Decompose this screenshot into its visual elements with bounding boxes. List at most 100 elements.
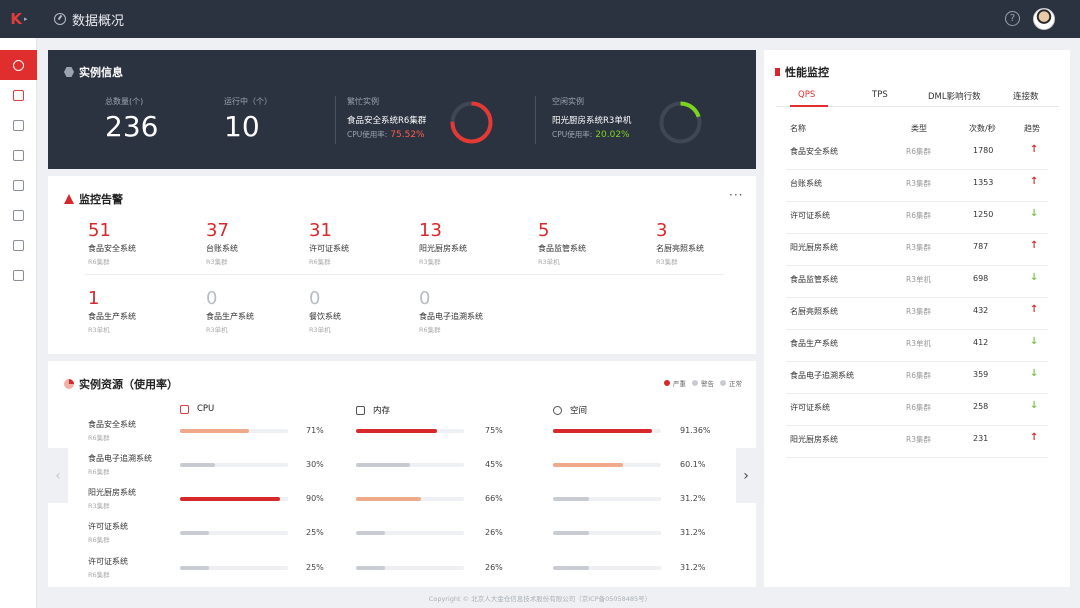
usage-percent: 30% — [306, 460, 324, 469]
alert-count[interactable]: 1 — [88, 288, 99, 309]
disk-column-header: 空间 — [553, 404, 587, 416]
sidebar-item-settings[interactable] — [0, 260, 37, 290]
resource-system-name: 许可证系统 — [88, 522, 128, 531]
col-rate: 次数/秒 — [969, 124, 996, 133]
scroll-left-button[interactable]: ‹ — [48, 448, 68, 503]
usage-percent: 31.2% — [680, 528, 706, 537]
col-type: 类型 — [911, 124, 927, 133]
alert-system-name: 食品电子追溯系统 — [419, 312, 483, 321]
avatar[interactable] — [1033, 8, 1055, 30]
copy-icon — [13, 149, 24, 161]
alert-system-type: R6集群 — [309, 258, 331, 266]
usage-percent: 66% — [485, 494, 503, 503]
usage-percent: 31.2% — [680, 494, 706, 503]
usage-bar-track — [180, 497, 288, 501]
perf-system-name[interactable]: 名厨亮照系统 — [790, 306, 838, 317]
tab-qps[interactable]: QPS — [798, 90, 815, 100]
row-separator — [786, 361, 1048, 362]
resources-title: 实例资源（使用率） — [64, 376, 178, 392]
alert-count[interactable]: 13 — [419, 220, 442, 241]
legend-dot-severe — [664, 380, 670, 386]
alert-system-type: R3单机 — [88, 326, 110, 334]
legend-dot-normal — [720, 380, 726, 386]
alert-count[interactable]: 5 — [538, 220, 549, 241]
idle-instance-name[interactable]: 阳光厨房系统R3单机 — [552, 114, 631, 126]
alert-system-type: R3单机 — [538, 258, 560, 266]
help-icon[interactable]: ? — [1005, 11, 1020, 26]
perf-system-name[interactable]: 食品安全系统 — [790, 146, 838, 157]
usage-bar-track — [180, 531, 288, 535]
perf-rate-value: 359 — [973, 370, 989, 379]
perf-system-name[interactable]: 食品电子追溯系统 — [790, 370, 854, 381]
kingbase-logo[interactable]: K ▸ — [0, 0, 38, 38]
alert-system-name: 食品生产系统 — [88, 312, 136, 321]
perf-system-name[interactable]: 台账系统 — [790, 178, 822, 189]
trend-up-icon: ↑ — [1030, 240, 1039, 251]
perf-system-name[interactable]: 食品监管系统 — [790, 274, 838, 285]
perf-system-name[interactable]: 阳光厨房系统 — [790, 242, 838, 253]
perf-system-name[interactable]: 许可证系统 — [790, 210, 830, 221]
usage-bar-fill — [356, 497, 421, 501]
tab-tps[interactable]: TPS — [872, 90, 888, 100]
usage-bar-fill — [553, 566, 589, 570]
sidebar-item-alarm[interactable] — [0, 80, 37, 110]
tab-dml-rows[interactable]: DML影响行数 — [928, 90, 981, 102]
alerts-title: 监控告警 — [64, 191, 123, 207]
alert-count[interactable]: 3 — [656, 220, 667, 241]
resource-system-name: 阳光厨房系统 — [88, 488, 136, 497]
sidebar-item-file[interactable] — [0, 170, 37, 200]
perf-system-name[interactable]: 阳光厨房系统 — [790, 434, 838, 445]
trend-up-icon: ↑ — [1030, 144, 1039, 155]
perf-rate-value: 1780 — [973, 146, 994, 155]
usage-bar-fill — [553, 497, 589, 501]
alert-count[interactable]: 0 — [206, 288, 217, 309]
usage-bar-fill — [180, 531, 210, 535]
alerts-separator — [85, 274, 724, 275]
usage-bar-track — [356, 497, 464, 501]
resource-system-name: 食品安全系统 — [88, 420, 136, 429]
more-menu-icon[interactable]: ··· — [729, 188, 743, 202]
dashboard-icon — [13, 59, 24, 71]
alert-system-name: 阳光厨房系统 — [419, 244, 467, 253]
grid-icon — [13, 239, 24, 251]
sidebar — [0, 38, 37, 608]
perf-system-name[interactable]: 食品生产系统 — [790, 338, 838, 349]
alert-count[interactable]: 51 — [88, 220, 111, 241]
sidebar-item-copy[interactable] — [0, 140, 37, 170]
perf-system-name[interactable]: 许可证系统 — [790, 402, 830, 413]
usage-bar-track — [356, 566, 464, 570]
usage-percent: 31.2% — [680, 563, 706, 572]
usage-percent: 25% — [306, 563, 324, 572]
alert-count[interactable]: 37 — [206, 220, 229, 241]
scroll-right-button[interactable]: › — [736, 448, 756, 503]
perf-rate-value: 1353 — [973, 178, 994, 187]
usage-bar-fill — [180, 566, 210, 570]
footer-copyright: Copyright © 北京人大金仓信息技术股份有限公司（京ICP备050584… — [428, 595, 652, 603]
col-trend: 趋势 — [1024, 124, 1040, 133]
busy-instance-name[interactable]: 食品安全系统R6集群 — [347, 114, 426, 126]
usage-bar-track — [356, 463, 464, 467]
usage-bar-track — [180, 463, 288, 467]
perf-system-type: R6集群 — [906, 403, 931, 412]
perf-rate-value: 1250 — [973, 210, 994, 219]
perf-rate-value: 258 — [973, 402, 989, 411]
sidebar-item-dashboard[interactable] — [0, 50, 37, 80]
usage-bar-fill — [356, 463, 410, 467]
resource-system-type: R6集群 — [88, 536, 110, 544]
alert-count[interactable]: 0 — [419, 288, 430, 309]
pie-chart-icon — [64, 379, 74, 389]
settings-icon — [13, 269, 24, 281]
alert-count[interactable]: 0 — [309, 288, 320, 309]
cpu-column-header: CPU — [180, 404, 214, 414]
sidebar-item-clipboard[interactable] — [0, 200, 37, 230]
idle-cpu-ring — [659, 101, 702, 144]
tab-connections[interactable]: 连接数 — [1013, 90, 1039, 102]
busy-label: 繁忙实例 — [347, 97, 379, 106]
perf-system-type: R3集群 — [906, 307, 931, 316]
usage-bar-fill — [356, 429, 437, 433]
sidebar-item-grid[interactable] — [0, 230, 37, 260]
row-separator — [786, 201, 1048, 202]
alert-count[interactable]: 31 — [309, 220, 332, 241]
usage-bar-fill — [356, 566, 386, 570]
sidebar-item-layers[interactable] — [0, 110, 37, 140]
